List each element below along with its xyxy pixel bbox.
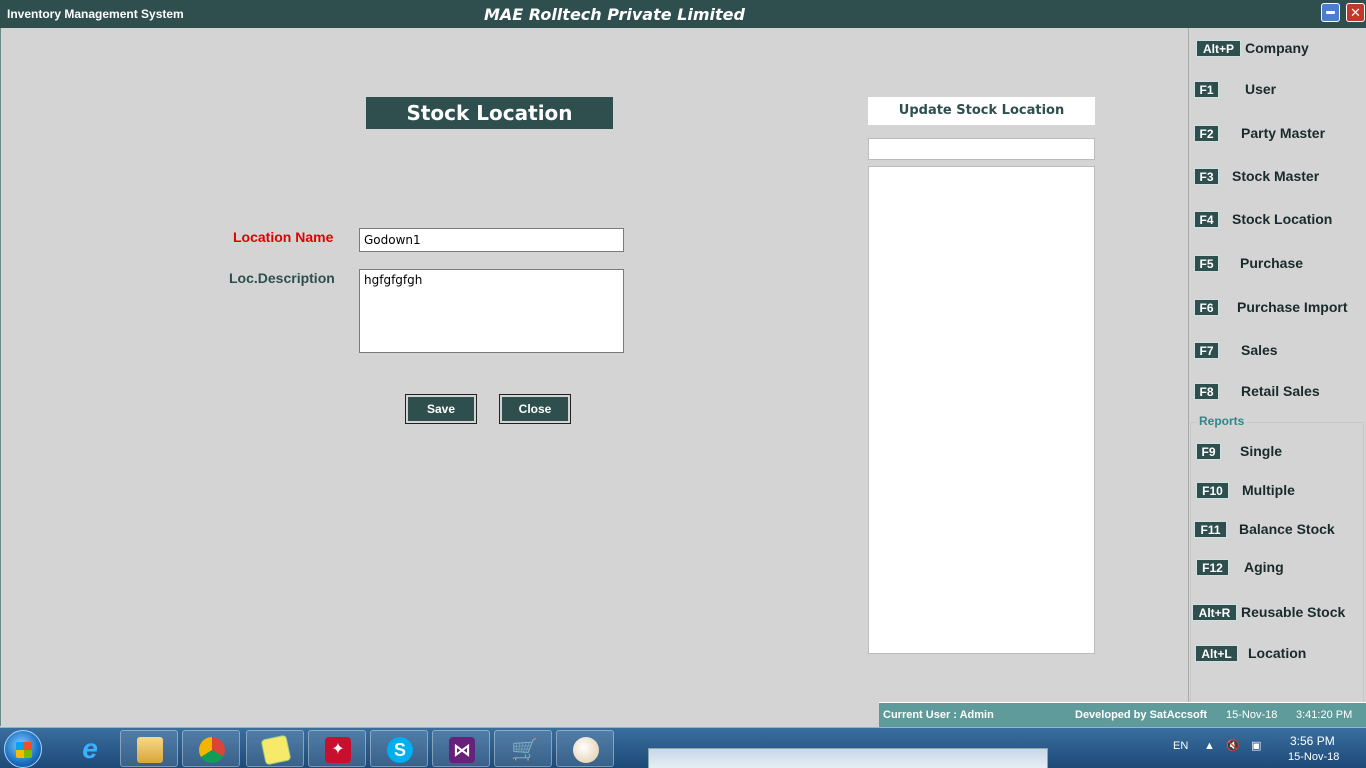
sidebar-item-label: Reusable Stock xyxy=(1241,604,1346,620)
sidebar-item-reusable-stock[interactable]: Alt+R Reusable Stock xyxy=(1188,602,1366,624)
sidebar-item-label: Multiple xyxy=(1242,482,1295,498)
volume-muted-icon[interactable]: 🔇 xyxy=(1226,739,1240,752)
current-user-text: Current User : Admin xyxy=(883,709,994,721)
sidebar-item-label: Retail Sales xyxy=(1241,383,1320,399)
company-name: MAE Rolltech Private Limited xyxy=(484,5,745,24)
explorer-icon[interactable] xyxy=(120,730,178,767)
shortcut-key: F3 xyxy=(1194,168,1219,185)
sidebar-item-label: Stock Location xyxy=(1232,211,1333,227)
sidebar-item-single-report[interactable]: F9 Single xyxy=(1188,441,1366,463)
shortcut-key: F9 xyxy=(1196,443,1221,460)
status-bar: Current User : Admin Developed by SatAcc… xyxy=(879,702,1366,727)
shortcut-key: F11 xyxy=(1194,521,1227,538)
update-search-input[interactable] xyxy=(868,138,1095,160)
sidebar-item-stock-location[interactable]: F4 Stock Location xyxy=(1188,209,1366,231)
sticky-notes-icon[interactable] xyxy=(246,730,304,767)
update-stock-location-title: Update Stock Location xyxy=(868,97,1095,125)
stock-location-list[interactable] xyxy=(868,166,1095,654)
sidebar-item-label: Single xyxy=(1240,443,1283,459)
sidebar-item-company[interactable]: Alt+P Company xyxy=(1188,38,1366,60)
sidebar-item-party-master[interactable]: F2 Party Master xyxy=(1188,123,1366,145)
window-close-button[interactable]: ✕ xyxy=(1346,3,1365,22)
sidebar-item-purchase[interactable]: F5 Purchase xyxy=(1188,253,1366,275)
clock-date[interactable]: 15-Nov-18 xyxy=(1288,751,1339,763)
sidebar-item-purchase-import[interactable]: F6 Purchase Import xyxy=(1188,297,1366,319)
shortcut-key: F12 xyxy=(1196,559,1229,576)
sidebar-item-retail-sales[interactable]: F8 Retail Sales xyxy=(1188,381,1366,403)
paint-icon[interactable] xyxy=(556,730,614,767)
sidebar-item-label: Aging xyxy=(1244,559,1284,575)
sidebar-item-label: Purchase Import xyxy=(1237,299,1348,315)
location-description-label: Loc.Description xyxy=(229,270,335,286)
page-title: Stock Location xyxy=(366,97,613,129)
developer-text: Developed by SatAccsoft xyxy=(1075,709,1208,721)
shortcut-key: Alt+P xyxy=(1196,40,1241,57)
cart-app-icon[interactable]: 🛒 xyxy=(494,730,552,767)
shortcut-key: Alt+L xyxy=(1195,645,1238,662)
sidebar-item-location-report[interactable]: Alt+L Location xyxy=(1188,643,1366,665)
visual-studio-icon[interactable]: ⋈ xyxy=(432,730,490,767)
sidebar-item-label: Location xyxy=(1248,645,1307,661)
start-icon[interactable] xyxy=(4,730,42,768)
taskbar: e ✦ S ⋈ 🛒 EN ▲ 🔇 ▣ 3:56 PM 15-Nov-18 xyxy=(0,727,1366,768)
location-description-input[interactable]: hgfgfgfgh xyxy=(359,269,624,353)
save-button[interactable]: Save xyxy=(405,394,477,424)
sidebar-item-user[interactable]: F1 User xyxy=(1188,79,1366,101)
language-indicator[interactable]: EN xyxy=(1173,740,1188,752)
sidebar-item-label: Stock Master xyxy=(1232,168,1320,184)
sidebar-item-sales[interactable]: F7 Sales xyxy=(1188,340,1366,362)
tray-expand-icon[interactable]: ▲ xyxy=(1204,740,1215,752)
close-button[interactable]: Close xyxy=(499,394,571,424)
shortcut-key: F2 xyxy=(1194,125,1219,142)
window-preview xyxy=(648,748,1048,768)
sidebar-item-balance-stock[interactable]: F11 Balance Stock xyxy=(1188,519,1366,541)
sidebar-item-label: Purchase xyxy=(1240,255,1304,271)
ie-icon[interactable]: e xyxy=(60,730,118,767)
shortcut-key: F10 xyxy=(1196,482,1229,499)
sidebar-item-label: Party Master xyxy=(1241,125,1326,141)
sidebar-item-label: Company xyxy=(1245,40,1309,56)
title-bar: Inventory Management System MAE Rolltech… xyxy=(0,0,1366,28)
shortcut-key: F1 xyxy=(1194,81,1219,98)
skype-icon[interactable]: S xyxy=(370,730,428,767)
location-name-label: Location Name xyxy=(233,229,334,245)
sidebar-item-label: User xyxy=(1245,81,1277,97)
shortcut-key: F6 xyxy=(1194,299,1219,316)
shortcut-key: F7 xyxy=(1194,342,1219,359)
status-time: 3:41:20 PM xyxy=(1296,709,1353,721)
shortcut-key: F4 xyxy=(1194,211,1219,228)
shortcut-key: F5 xyxy=(1194,255,1219,272)
reports-title: Reports xyxy=(1197,414,1247,428)
main-panel: Stock Location Location Name Loc.Descrip… xyxy=(0,28,1188,726)
sidebar-item-stock-master[interactable]: F3 Stock Master xyxy=(1188,166,1366,188)
shortcut-key: F8 xyxy=(1194,383,1219,400)
chrome-icon[interactable] xyxy=(182,730,240,767)
status-date: 15-Nov-18 xyxy=(1226,709,1278,721)
network-icon[interactable]: ▣ xyxy=(1251,739,1261,752)
sidebar-item-multiple-report[interactable]: F10 Multiple xyxy=(1188,480,1366,502)
sidebar-item-aging[interactable]: F12 Aging xyxy=(1188,557,1366,579)
minimize-button[interactable] xyxy=(1321,3,1340,22)
acrobat-icon[interactable]: ✦ xyxy=(308,730,366,767)
location-name-input[interactable] xyxy=(359,228,624,252)
shortcut-key: Alt+R xyxy=(1192,604,1237,621)
sidebar-item-label: Balance Stock xyxy=(1239,521,1335,537)
clock-time[interactable]: 3:56 PM xyxy=(1290,734,1335,748)
sidebar-item-label: Sales xyxy=(1241,342,1278,358)
app-name: Inventory Management System xyxy=(7,7,184,21)
